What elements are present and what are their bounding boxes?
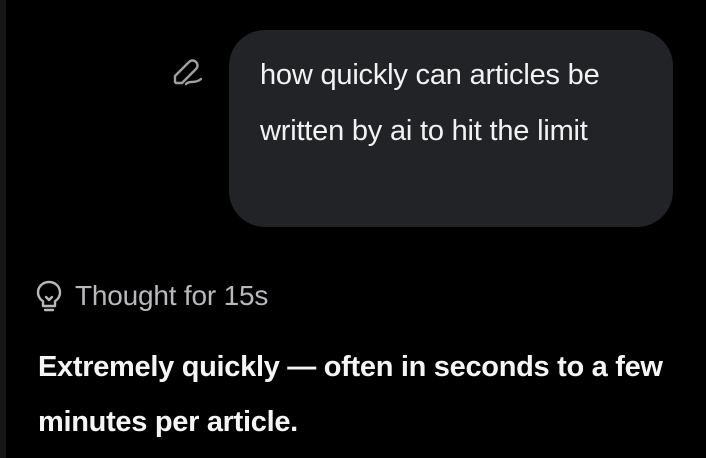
edit-message-icon[interactable] <box>168 54 206 90</box>
panel-border <box>0 0 6 458</box>
thought-duration-label: Thought for 15s <box>75 280 269 311</box>
user-message-text: how quickly can articles be written by a… <box>260 59 600 147</box>
lightbulb-icon <box>36 280 62 312</box>
user-message-bubble: how quickly can articles be written by a… <box>229 30 673 227</box>
thought-toggle[interactable]: Thought for 15s <box>34 278 268 314</box>
assistant-answer-text: Extremely quickly — often in seconds to … <box>38 351 663 438</box>
